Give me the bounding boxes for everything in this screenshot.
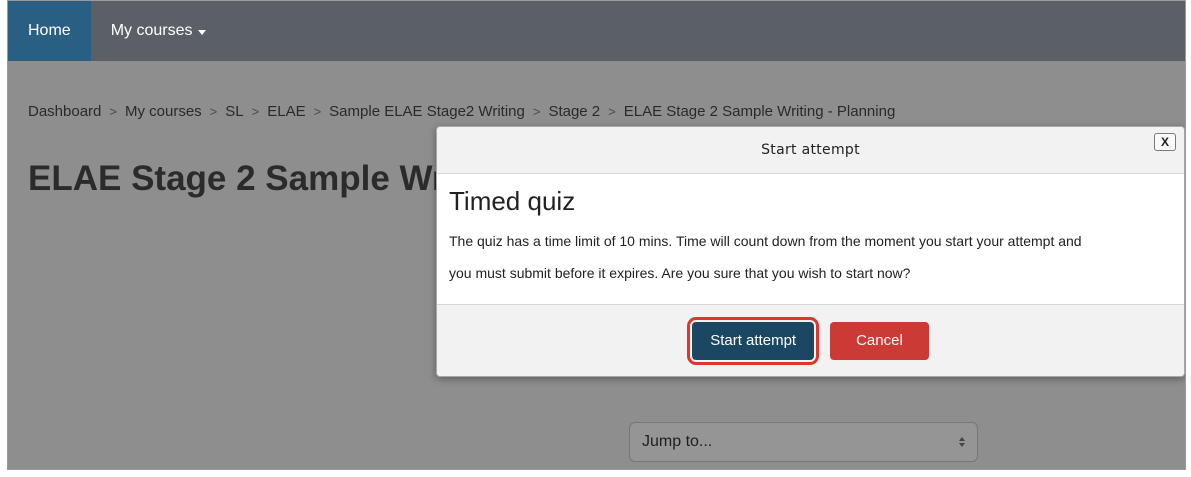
- nav-my-courses-menu[interactable]: My courses: [91, 1, 227, 61]
- cancel-label: Cancel: [856, 332, 903, 349]
- nav-home-label: Home: [28, 22, 71, 39]
- jump-to-placeholder: Jump to...: [642, 433, 713, 450]
- breadcrumb-separator-icon: >: [313, 104, 322, 119]
- breadcrumb-separator-icon: >: [532, 104, 541, 119]
- breadcrumb-item-current[interactable]: ELAE Stage 2 Sample Writing - Planning: [624, 103, 896, 120]
- select-arrows-icon: [959, 437, 965, 447]
- breadcrumb-separator-icon: >: [209, 104, 218, 119]
- breadcrumb-separator-icon: >: [109, 104, 117, 119]
- dialog-body: Timed quiz The quiz has a time limit of …: [437, 174, 1184, 306]
- breadcrumb-item-sl[interactable]: SL: [225, 103, 243, 120]
- breadcrumb: Dashboard > My courses > SL > ELAE > Sam…: [28, 103, 895, 120]
- start-attempt-button[interactable]: Start attempt: [687, 316, 820, 365]
- breadcrumb-item-stage[interactable]: Stage 2: [548, 103, 600, 120]
- nav-my-courses-label: My courses: [110, 22, 193, 39]
- breadcrumb-separator-icon: >: [251, 104, 260, 119]
- dialog-footer: Start attempt Cancel: [437, 304, 1184, 376]
- dialog-message-line-1: The quiz has a time limit of 10 mins. Ti…: [449, 233, 1082, 249]
- nav-home-link[interactable]: Home: [8, 1, 91, 61]
- jump-to-select[interactable]: Jump to...: [629, 422, 978, 462]
- breadcrumb-item-dashboard[interactable]: Dashboard: [28, 103, 101, 120]
- close-icon: X: [1160, 135, 1169, 149]
- page-title: ELAE Stage 2 Sample Wr: [28, 159, 446, 198]
- breadcrumb-separator-icon: >: [608, 104, 616, 119]
- top-navbar: Home My courses: [8, 1, 1185, 61]
- cancel-button[interactable]: Cancel: [830, 321, 929, 360]
- breadcrumb-item-my-courses[interactable]: My courses: [125, 103, 202, 120]
- dialog-header: Start attempt X: [437, 127, 1184, 174]
- breadcrumb-item-elae[interactable]: ELAE: [267, 103, 305, 120]
- caret-down-icon: [198, 29, 207, 35]
- dialog-message-line-2: you must submit before it expires. Are y…: [449, 265, 911, 281]
- browser-frame: Home My courses Dashboard > My courses >…: [7, 0, 1186, 470]
- dialog-title: Start attempt: [761, 142, 860, 158]
- dialog-heading: Timed quiz: [449, 186, 576, 216]
- start-attempt-label: Start attempt: [710, 332, 797, 349]
- close-button[interactable]: X: [1154, 133, 1176, 151]
- breadcrumb-item-course[interactable]: Sample ELAE Stage2 Writing: [329, 103, 525, 120]
- start-attempt-dialog: Start attempt X Timed quiz The quiz has …: [436, 126, 1185, 377]
